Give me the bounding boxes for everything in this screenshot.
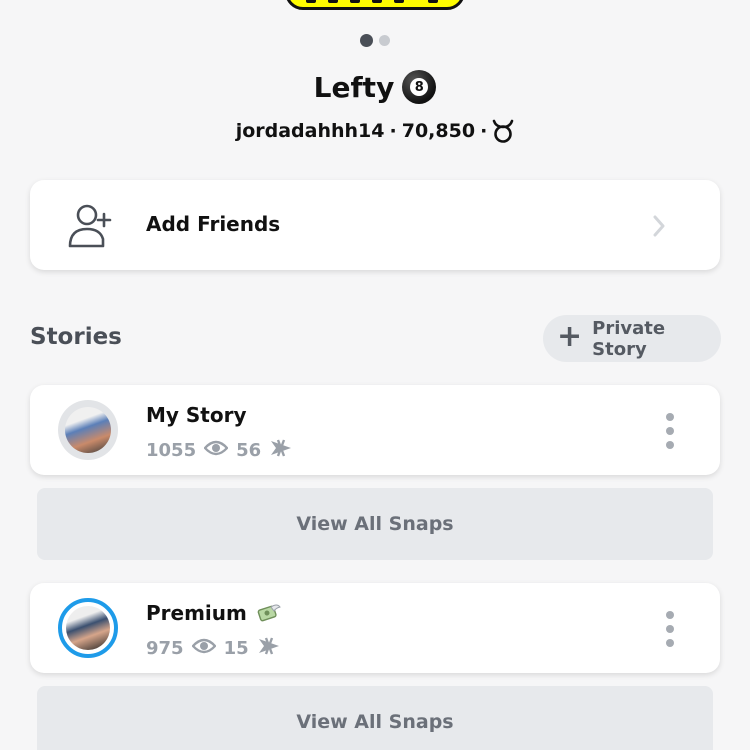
page-indicator (0, 34, 750, 47)
story-stats: 975 15 (146, 636, 281, 661)
view-count: 975 (146, 638, 184, 659)
view-all-snaps-button[interactable]: View All Snaps (37, 488, 713, 560)
screenshot-arrow-icon (257, 636, 281, 661)
eye-icon (203, 440, 229, 461)
story-stats: 1055 56 (146, 438, 293, 463)
page-dot-active (360, 34, 373, 47)
private-story-label: Private Story (592, 317, 666, 360)
profile-subline: jordadahhh14 · 70,850 · (0, 118, 750, 144)
taurus-icon[interactable] (492, 118, 514, 144)
view-all-snaps-button[interactable]: View All Snaps (37, 686, 713, 750)
page-dot (379, 35, 390, 46)
display-name-row: Lefty 8 (0, 70, 750, 104)
story-card-premium[interactable]: Premium 975 15 (30, 583, 720, 673)
add-friends-card[interactable]: Add Friends (30, 180, 720, 270)
money-with-wings-icon (255, 603, 281, 623)
screenshot-count: 56 (236, 440, 262, 461)
bitmoji-avatar-edge[interactable] (285, 0, 465, 10)
private-story-button[interactable]: + Private Story (543, 315, 721, 362)
separator: · (389, 120, 397, 142)
screenshot-count: 15 (223, 638, 249, 659)
snap-score[interactable]: 70,850 (402, 120, 475, 142)
username[interactable]: jordadahhh14 (236, 120, 385, 142)
more-vertical-icon[interactable] (664, 413, 676, 449)
view-count: 1055 (146, 440, 197, 461)
eight-ball-emoji-icon: 8 (402, 70, 437, 104)
story-title: My Story (146, 403, 247, 427)
eye-icon (190, 638, 217, 659)
add-friends-label: Add Friends (146, 212, 281, 236)
story-card-my-story[interactable]: My Story 1055 56 (30, 385, 720, 475)
story-thumbnail[interactable] (58, 598, 118, 658)
add-friend-icon (66, 202, 116, 250)
story-title: Premium (146, 601, 281, 625)
plus-icon: + (557, 319, 583, 354)
more-vertical-icon[interactable] (664, 611, 676, 647)
screenshot-arrow-icon (269, 438, 293, 463)
display-name: Lefty (313, 70, 395, 104)
stories-section-title: Stories (30, 324, 122, 350)
chevron-right-icon (652, 215, 666, 237)
story-thumbnail[interactable] (58, 400, 118, 460)
separator: · (480, 120, 488, 142)
